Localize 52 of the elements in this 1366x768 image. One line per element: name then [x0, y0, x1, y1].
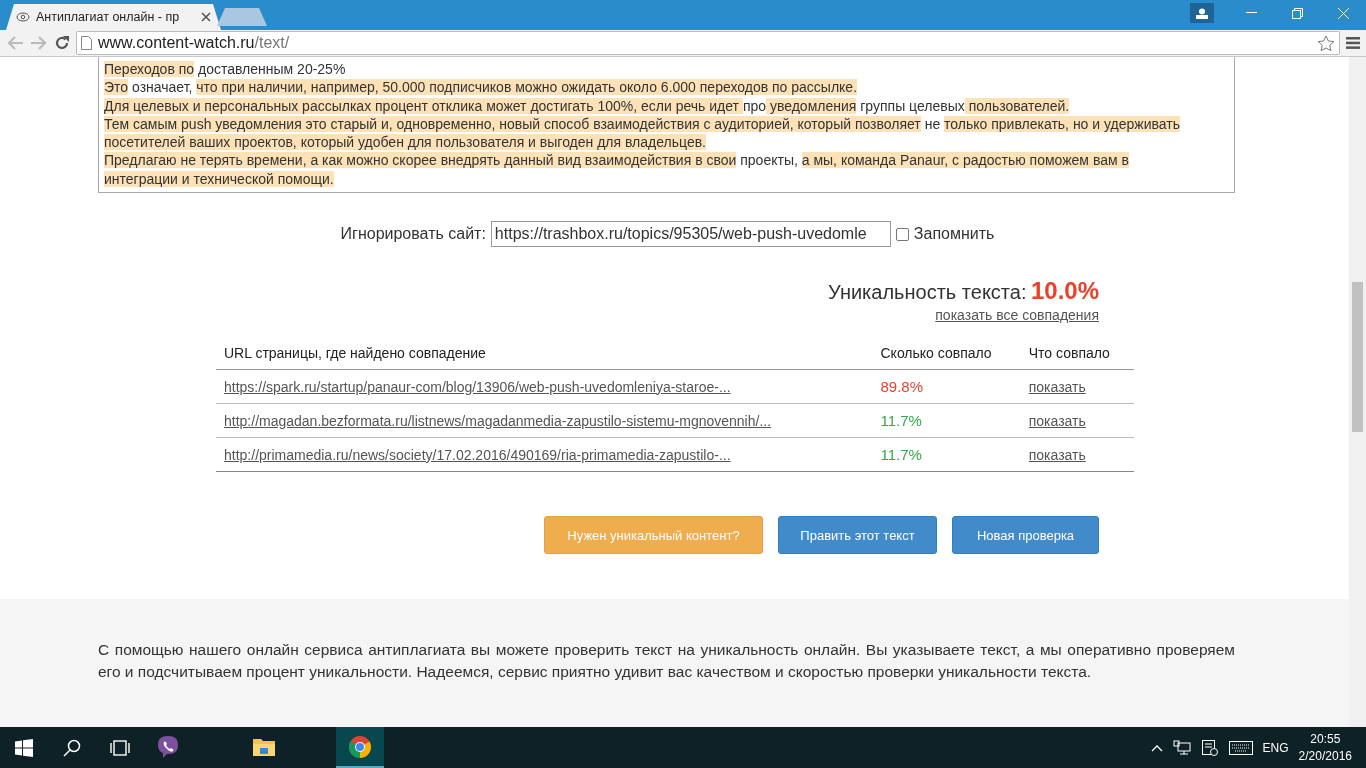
star-icon[interactable]	[1317, 34, 1335, 52]
column-header: Что совпало	[1020, 337, 1134, 370]
close-icon[interactable]	[201, 12, 211, 22]
menu-icon[interactable]	[1346, 37, 1360, 49]
uniqueness-label: Уникальность текста:	[828, 281, 1027, 304]
show-all-matches-link[interactable]: показать все совпадения	[828, 307, 1099, 324]
match-url-link[interactable]: http://primamedia.ru/news/society/17.02.2016/490169/ria-primamedia-zapustilo-...	[224, 446, 731, 463]
remember-label: Запомнить	[913, 225, 995, 244]
text-line: Это означает, что при наличии, например, 50.000 подписчиков можно ожидать около 6.000 переходов по рассылке.	[104, 78, 858, 97]
viber-icon	[155, 733, 181, 760]
text-line: Предлагаю не терять времени, а как можно скорее внедрять данный вид взаимодействия в свои проекты, а мы, команда Panaur, с радостью поможем вам в	[104, 151, 1129, 170]
action-button[interactable]: Править этот текст	[778, 516, 937, 555]
taskbar-app[interactable]	[336, 727, 384, 768]
eye-icon	[16, 12, 30, 22]
match-percent: 11.7%	[880, 412, 922, 430]
match-url-link[interactable]: https://spark.ru/startup/panaur-com/blog/13906/web-push-uvedomleniya-staroe-...	[224, 378, 731, 395]
page-icon	[81, 36, 92, 50]
chrome-icon	[348, 734, 372, 759]
column-header: Сколько совпало	[872, 337, 1021, 370]
minimize-icon[interactable]	[1245, 12, 1257, 14]
ignore-label: Игнорировать сайт:	[340, 225, 486, 244]
show-match-link[interactable]: показать	[1028, 378, 1086, 395]
match-url-link[interactable]: http://magadan.bezformata.ru/listnews/magadanmedia-zapustilo-sistemu-mgnovennih/...	[224, 412, 772, 429]
show-match-link[interactable]: показать	[1028, 412, 1086, 429]
user-icon[interactable]	[1196, 7, 1208, 19]
description-paragraph: С помощью нашего онлайн сервиса антиплагиата вы можете проверить текст на уникальность онлайн. Вы указываете текст, а мы оперативно проверяем его и подсчитываем процент уникальности. Надеемся, сервис приятно удивит вас качеством и скоростью проверки уникальности текста.	[98, 640, 1235, 683]
action-button[interactable]: Новая проверка	[952, 516, 1099, 555]
text-line: Для целевых и персональных рассылках процент отклика может достигать 100%, если речь идет про уведомления группы целевых пользователей.	[104, 96, 1070, 115]
text-line: Переходов по доставленным 20-25%	[104, 60, 346, 79]
match-percent: 89.8%	[880, 378, 924, 396]
windows-start-icon[interactable]	[15, 738, 33, 757]
text-line: Тем самым push уведомления это старый и, одновременно, новый способ взаимодействия с аудиторией, который позволяет не только привлекать, но и удерживать	[104, 114, 1180, 134]
match-percent: 11.7%	[880, 446, 922, 464]
address-bar[interactable]: www.content-watch.ru/text/	[76, 31, 1340, 55]
notification-icon[interactable]	[1200, 738, 1219, 757]
show-match-link[interactable]: показать	[1028, 446, 1086, 463]
keyboard-icon[interactable]	[1228, 740, 1253, 755]
url-text: www.content-watch.ru/text/	[98, 34, 290, 52]
reload-icon[interactable]	[54, 35, 70, 51]
search-icon[interactable]	[63, 738, 81, 757]
scrollbar[interactable]	[1349, 57, 1366, 727]
network-icon[interactable]	[1172, 739, 1191, 756]
ignore-url-field[interactable]: https://trashbox.ru/topics/95305/web-push-uvedomle	[490, 221, 891, 248]
restore-icon[interactable]	[1291, 7, 1303, 19]
language-indicator[interactable]: ENG	[1262, 740, 1289, 755]
chevron-up-icon[interactable]	[1150, 743, 1163, 752]
task-view-icon[interactable]	[110, 739, 130, 756]
column-header: URL страницы, где найдено совпадение	[216, 337, 873, 370]
clock[interactable]: 20:55 2/20/2016	[1298, 730, 1352, 765]
browser-tab[interactable]: Антиплагиат онлайн - пр	[6, 4, 221, 30]
uniqueness-value: 10.0%	[1030, 277, 1099, 305]
remember-checkbox[interactable]	[895, 227, 909, 241]
